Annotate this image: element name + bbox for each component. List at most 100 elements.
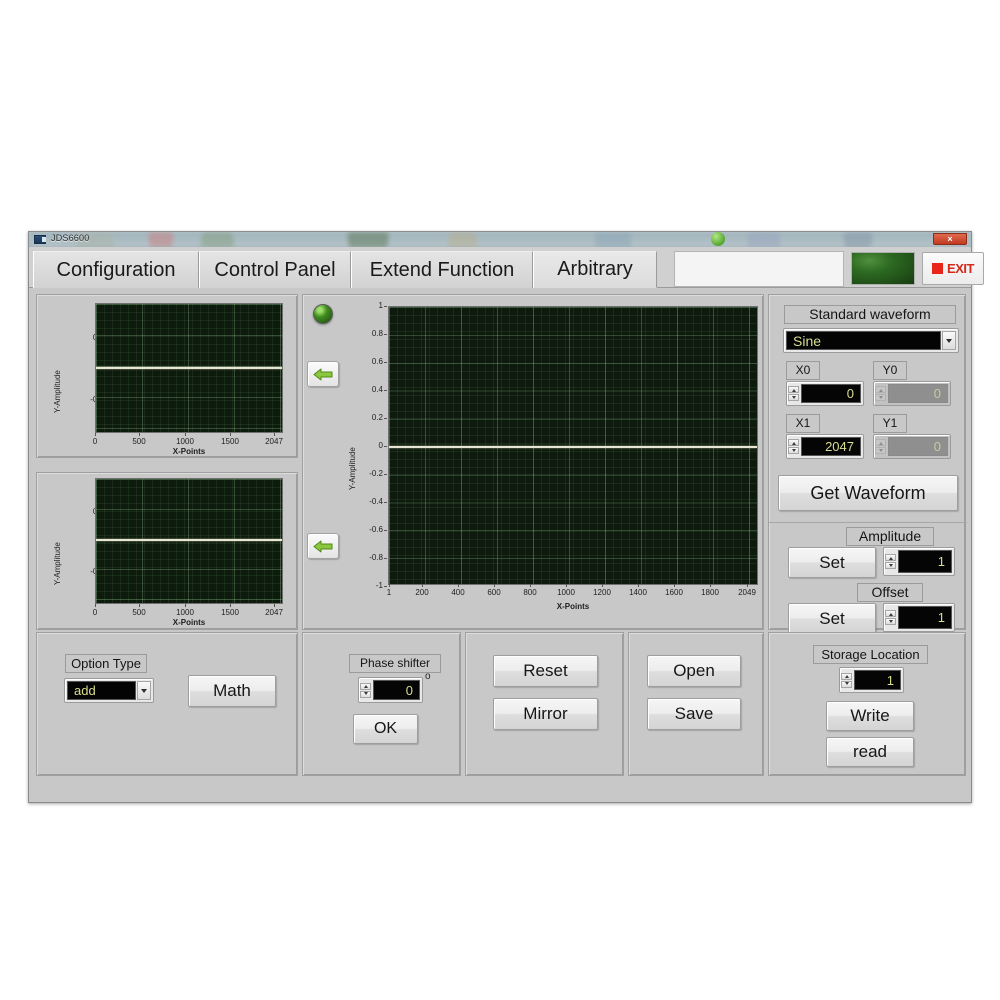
amplitude-set-button[interactable]: Set: [788, 547, 876, 578]
math-label: Math: [213, 681, 251, 700]
storage-location-panel: Storage Location 1 Write read: [768, 632, 966, 776]
tab-arbitrary[interactable]: Arbitrary: [533, 251, 657, 288]
degree-symbol: o: [425, 671, 431, 682]
phase-ok-button[interactable]: OK: [353, 714, 418, 744]
spin-down-icon[interactable]: [788, 447, 799, 454]
y-tick: -0.8: [369, 553, 387, 562]
open-label: Open: [673, 661, 715, 680]
x0-numeric-input[interactable]: 0: [786, 381, 864, 406]
tab-strip: Configuration Control Panel Extend Funct…: [29, 247, 984, 288]
main-graph-panel: Y-Amplitude 1 0.8 0.6 0.4 0.2 0 -0.2 -0.…: [302, 294, 764, 630]
x-tick: 1500: [215, 604, 245, 617]
x-tick: 1400: [623, 584, 653, 597]
y-tick: -0.2: [369, 469, 387, 478]
y0-numeric-input[interactable]: 0: [873, 381, 951, 406]
x1-label: X1: [786, 414, 820, 433]
read-label: read: [852, 742, 888, 761]
amplitude-numeric-input[interactable]: 1: [883, 547, 955, 576]
transfer-down-arrow-button[interactable]: [307, 533, 339, 559]
spin-down-icon[interactable]: [788, 394, 799, 401]
spin-down-icon[interactable]: [885, 618, 896, 625]
option-type-select[interactable]: add: [64, 678, 154, 703]
spin-down-icon[interactable]: [841, 680, 852, 688]
amplitude-spinner[interactable]: [884, 548, 897, 575]
header-readout-field[interactable]: [674, 251, 844, 287]
tab-label: Arbitrary: [557, 258, 633, 280]
phase-shifter-numeric-input[interactable]: 0: [358, 677, 423, 703]
y1-numeric-input[interactable]: 0: [873, 434, 951, 459]
spin-up-icon[interactable]: [875, 386, 886, 393]
open-button[interactable]: Open: [647, 655, 741, 687]
y0-value: 0: [888, 384, 948, 403]
window-close-button[interactable]: ×: [933, 233, 967, 245]
plot-major-grid: [96, 479, 282, 603]
spin-down-icon[interactable]: [875, 447, 886, 454]
bottom-left-graph-ylabel: Y-Amplitude: [53, 542, 62, 585]
x-tick: 800: [517, 584, 543, 597]
tab-configuration[interactable]: Configuration: [33, 251, 199, 288]
chevron-down-icon[interactable]: [942, 331, 956, 350]
x1-numeric-input[interactable]: 2047: [786, 434, 864, 459]
exit-button[interactable]: EXIT: [922, 252, 984, 285]
storage-spinner[interactable]: [840, 668, 853, 692]
read-button[interactable]: read: [826, 737, 914, 767]
top-left-plot-area[interactable]: [95, 303, 283, 433]
offset-label: Offset: [857, 583, 923, 602]
tab-control-panel[interactable]: Control Panel: [199, 251, 351, 288]
spin-down-icon[interactable]: [360, 690, 371, 698]
x-tick: 0: [83, 604, 107, 617]
spin-up-icon[interactable]: [885, 554, 896, 561]
spin-up-icon[interactable]: [788, 439, 799, 446]
spin-up-icon[interactable]: [885, 610, 896, 617]
write-button[interactable]: Write: [826, 701, 914, 731]
x-tick: 2047: [259, 433, 289, 446]
y1-value: 0: [888, 437, 948, 456]
phase-spinner[interactable]: [359, 678, 372, 702]
y-tick: 0.2: [371, 413, 388, 422]
math-button[interactable]: Math: [188, 675, 276, 707]
x1-spinner[interactable]: [787, 435, 800, 458]
y-tick: 0.8: [371, 329, 388, 338]
reset-button[interactable]: Reset: [493, 655, 598, 687]
main-plot-area[interactable]: [388, 306, 758, 585]
top-left-graph-panel: Y-Amplitude 1 0.5 0 -0.5 -1 0 500 1000 1…: [36, 294, 298, 458]
spin-down-icon[interactable]: [875, 394, 886, 401]
reset-label: Reset: [523, 661, 568, 680]
amplitude-set-label: Set: [819, 552, 845, 572]
y-tick: 0: [378, 441, 388, 450]
mirror-button[interactable]: Mirror: [493, 698, 598, 730]
standard-waveform-label: Standard waveform: [784, 305, 956, 324]
spin-up-icon[interactable]: [875, 439, 886, 446]
save-button[interactable]: Save: [647, 698, 741, 730]
spin-up-icon[interactable]: [841, 672, 852, 680]
y1-spinner[interactable]: [874, 435, 887, 458]
spin-down-icon[interactable]: [885, 562, 896, 569]
storage-location-numeric-input[interactable]: 1: [839, 667, 904, 693]
x-tick: 1600: [659, 584, 689, 597]
y-tick: -0.6: [369, 525, 387, 534]
window-title: JDS6600: [51, 233, 90, 243]
y-tick: -0.4: [369, 497, 387, 506]
spin-up-icon[interactable]: [788, 386, 799, 393]
offset-set-button[interactable]: Set: [788, 603, 876, 634]
y0-spinner[interactable]: [874, 382, 887, 405]
transfer-up-arrow-button[interactable]: [307, 361, 339, 387]
spin-up-icon[interactable]: [360, 682, 371, 690]
offset-spinner[interactable]: [884, 604, 897, 631]
chevron-down-icon[interactable]: [137, 681, 151, 700]
offset-value: 1: [898, 606, 952, 629]
offset-numeric-input[interactable]: 1: [883, 603, 955, 632]
get-waveform-button[interactable]: Get Waveform: [778, 475, 958, 511]
x-tick: 600: [481, 584, 507, 597]
standard-waveform-select[interactable]: Sine: [783, 328, 959, 353]
left-arrow-icon: [313, 540, 333, 552]
bottom-left-plot-area[interactable]: [95, 478, 283, 604]
x0-value: 0: [801, 384, 861, 403]
x0-label: X0: [786, 361, 820, 380]
top-left-waveform-trace: [96, 367, 282, 369]
tab-extend-function[interactable]: Extend Function: [351, 251, 533, 288]
tab-label: Extend Function: [369, 258, 515, 281]
option-type-label: Option Type: [65, 654, 147, 673]
save-label: Save: [674, 704, 714, 723]
x0-spinner[interactable]: [787, 382, 800, 405]
